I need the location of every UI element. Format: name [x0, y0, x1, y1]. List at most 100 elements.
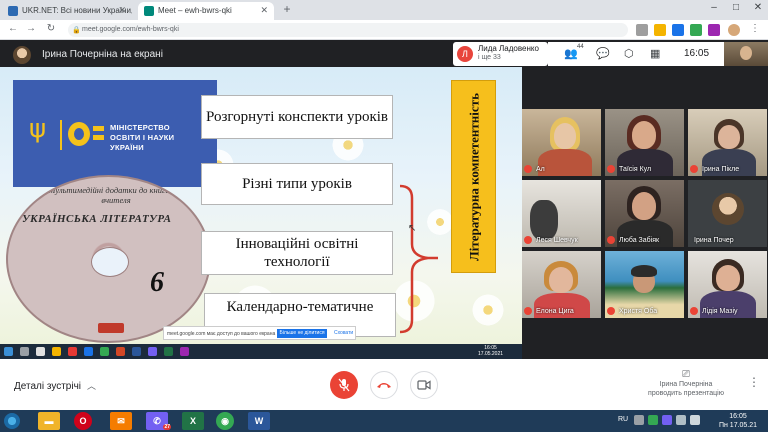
participant-video [632, 121, 656, 149]
explorer-icon[interactable]: ▬ [38, 412, 60, 430]
participant-grid: Ал Таїсія Кул Ірина Пікле Леся Шевчук Лю… [522, 109, 768, 359]
presenter-avatar [13, 46, 31, 64]
mic-off-icon [607, 307, 615, 315]
ministry-line: МІНІСТЕРСТВО [110, 123, 170, 132]
activities-icon[interactable]: ⬡ [624, 47, 634, 60]
star-icon[interactable] [654, 24, 666, 36]
pinned-participant[interactable]: Л Лида Ладовенко і ще 33 [453, 42, 548, 66]
presentation-status[interactable]: ⎚ Ірина Почерніна проводить презентацію [626, 369, 746, 398]
opera-icon [68, 347, 77, 356]
present-screen-icon: ⎚ [682, 369, 690, 380]
mic-off-icon [524, 165, 532, 173]
participant-tile[interactable]: Ірина Пікле [688, 109, 767, 176]
reload-icon[interactable]: ↻ [44, 23, 58, 34]
close-tab-icon[interactable]: ✕ [260, 5, 268, 16]
participant-video [530, 200, 558, 240]
publisher-logo [98, 323, 124, 333]
language-indicator[interactable]: RU [618, 416, 628, 423]
ministry-line: УКРАЇНИ [110, 143, 144, 152]
participant-tile[interactable]: Леся Шевчук [522, 180, 601, 247]
self-view[interactable] [724, 42, 768, 66]
minimize-icon[interactable]: – [704, 2, 724, 13]
grid-view-icon[interactable]: ▦ [650, 47, 660, 60]
logo-divider [60, 120, 62, 150]
mic-toggle-button[interactable] [330, 371, 358, 399]
clock-time: 16:05 [729, 413, 747, 420]
meeting-details-button[interactable]: Деталі зустрічі ︿ [14, 379, 96, 392]
participant-tile[interactable]: Ірина Почер [688, 180, 767, 247]
participant-avatar: Л [457, 46, 473, 62]
camera-permission-icon[interactable] [636, 24, 648, 36]
chrome-icon[interactable]: ◉ [216, 412, 234, 430]
participant-tile[interactable]: Таїсія Кул [605, 109, 684, 176]
tab-title: Meet – ewh-bwrs-qki [158, 6, 232, 15]
participant-name: Лідія Мазіу [702, 308, 738, 315]
app-icon[interactable]: ✉ [110, 412, 132, 430]
participant-tile[interactable]: Елона Цига [522, 251, 601, 318]
participant-tile[interactable]: Ал [522, 109, 601, 176]
close-tab-icon[interactable]: ✕ [118, 5, 126, 16]
mic-off-icon [524, 236, 532, 244]
volume-icon[interactable] [690, 415, 700, 425]
book-subtitle: Мультимедійні додатки до книги для вчите… [48, 185, 184, 205]
app-icon [180, 347, 189, 356]
logo-ring-icon [68, 122, 90, 146]
more-options-icon[interactable]: ⋮ [748, 375, 760, 389]
opera-icon[interactable]: O [74, 412, 92, 430]
mic-off-icon [338, 378, 350, 392]
participant-tile[interactable]: Христя Оба [605, 251, 684, 318]
tab-ukrnet[interactable]: UKR.NET: Всі новини України, с ✕ [2, 2, 132, 20]
hide-banner-button[interactable]: Сховати [334, 330, 353, 336]
new-tab-button[interactable]: + [280, 3, 294, 17]
participant-video [716, 265, 740, 291]
address-bar: ← → ↻ 🔒 meet.google.com/ewh-bwrs-qki ⋮ [0, 20, 768, 40]
powerpoint-icon [116, 347, 125, 356]
browser-tabbar: UKR.NET: Всі новини України, с ✕ Meet – … [0, 0, 768, 20]
end-call-button[interactable] [370, 371, 398, 399]
people-icon[interactable]: 👥 [564, 47, 578, 60]
presenter-title: Ірина Почерніна на екрані [42, 49, 163, 60]
tab-meet[interactable]: Meet – ewh-bwrs-qki ✕ [138, 2, 274, 20]
camera-toggle-button[interactable] [410, 371, 438, 399]
slide-box: Інноваційні освітні технології [201, 231, 393, 275]
ukrnet-favicon-icon [8, 6, 18, 16]
tray-chevron-icon[interactable] [634, 415, 644, 425]
participant-tile[interactable]: Люба Забіяк [605, 180, 684, 247]
tray-viber-icon[interactable] [662, 415, 672, 425]
network-icon[interactable] [676, 415, 686, 425]
participant-video [549, 267, 573, 293]
competence-box: Літературна компетентність [451, 80, 496, 273]
extension-icon[interactable] [708, 24, 720, 36]
word-icon[interactable]: W [248, 412, 270, 430]
excel-icon[interactable]: X [182, 412, 204, 430]
presentation-area: ψ МІНІСТЕРСТВО ОСВІТИ І НАУКИ УКРАЇНИ Му… [0, 67, 522, 359]
system-clock[interactable]: 16:05 Пн 17.05.21 [714, 412, 762, 430]
participant-tile[interactable]: Лідія Мазіу [688, 251, 767, 318]
chat-icon[interactable]: 💬 [596, 47, 610, 60]
lock-icon: 🔒 [72, 27, 81, 34]
brace-icon [399, 184, 438, 334]
clock-date: Пн 17.05.21 [718, 422, 758, 429]
profile-avatar[interactable] [728, 24, 740, 36]
participant-name: Ірина Почер [694, 237, 734, 244]
stop-sharing-button[interactable]: Більше не ділитися [277, 329, 327, 338]
maximize-icon[interactable]: □ [726, 2, 746, 13]
url-field[interactable]: 🔒 meet.google.com/ewh-bwrs-qki [68, 23, 628, 37]
forward-icon[interactable]: → [24, 23, 38, 34]
viber-icon[interactable]: ✆ 27 [146, 412, 171, 430]
mic-off-icon [524, 307, 532, 315]
shared-screen-taskbar: 16:05 17.05.2021 [0, 344, 522, 359]
start-icon [4, 347, 13, 356]
menu-dots-icon[interactable]: ⋮ [748, 23, 762, 34]
back-icon[interactable]: ← [6, 23, 20, 34]
screen: UKR.NET: Всі новини України, с ✕ Meet – … [0, 0, 768, 432]
ministry-name: МІНІСТЕРСТВО ОСВІТИ І НАУКИ УКРАЇНИ [110, 123, 174, 153]
tray-app-icon[interactable] [648, 415, 658, 425]
extension-icon[interactable] [690, 24, 702, 36]
start-button[interactable] [4, 413, 20, 429]
mouse-cursor-icon: ↖ [408, 223, 417, 234]
tab-title: UKR.NET: Всі новини України, с [22, 6, 132, 15]
extension-icon[interactable] [672, 24, 684, 36]
ministry-logo: ψ МІНІСТЕРСТВО ОСВІТИ І НАУКИ УКРАЇНИ [13, 80, 217, 187]
close-window-icon[interactable]: ✕ [748, 2, 768, 13]
